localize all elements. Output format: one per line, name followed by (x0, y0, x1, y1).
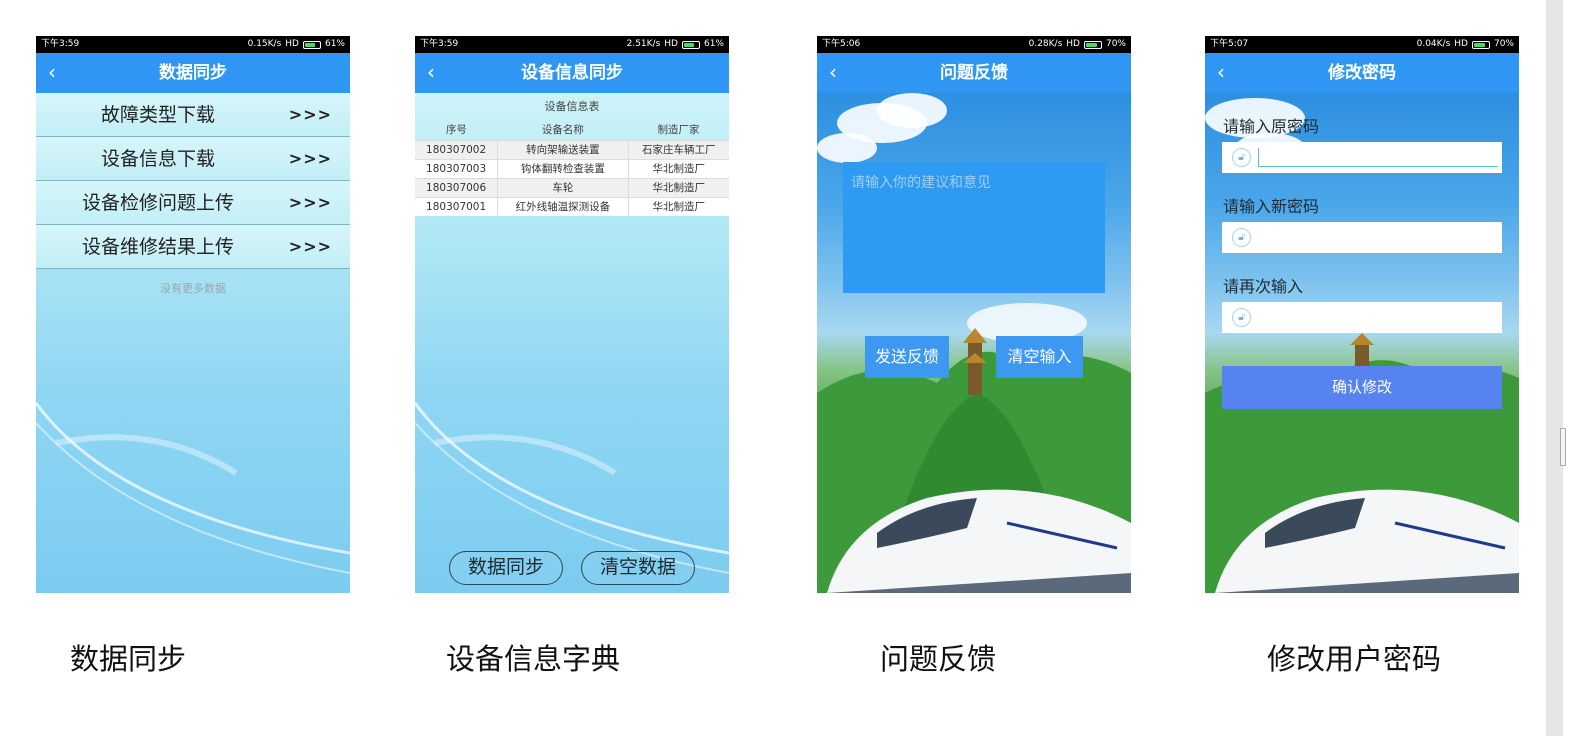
caption-feedback: 问题反馈 (880, 642, 997, 676)
screen-change-password: 下午5:07 0.04K/s HD 70% ‹ 修改密码 请输入原密码 🔓︎ 请… (1205, 36, 1519, 593)
screen-data-sync: 下午3:59 0.15K/s HD 61% ‹ 数据同步 故障类型下载 >>> … (36, 36, 350, 593)
status-time: 下午5:06 (822, 39, 861, 49)
caption-data-sync: 数据同步 (70, 642, 187, 676)
status-time: 下午5:07 (1210, 39, 1249, 49)
status-network: HD (664, 39, 678, 49)
status-bar: 下午3:59 2.51K/s HD 61% (415, 36, 729, 53)
table-cell: 车轮 (497, 177, 629, 197)
status-speed: 0.28K/s (1028, 39, 1063, 49)
battery-icon (1083, 40, 1102, 49)
table-row[interactable]: 180307001 红外线轴温探测设备 华北制造厂 (415, 196, 729, 216)
feedback-textarea[interactable]: 请输入你的建议和意见 (843, 162, 1105, 293)
menu-item-repair-result-upload[interactable]: 设备维修结果上传 >>> (36, 225, 350, 269)
table-cell: 钩体翻转检查装置 (497, 158, 629, 178)
menu-item-label: 设备维修结果上传 (81, 236, 234, 258)
column-header: 设备名称 (541, 124, 584, 137)
new-password-label: 请输入新密码 (1223, 197, 1320, 216)
table-cell: 180307002 (415, 139, 499, 159)
title-bar: ‹ 修改密码 (1205, 53, 1519, 93)
status-speed: 2.51K/s (626, 39, 661, 49)
data-sync-button[interactable]: 数据同步 (449, 551, 563, 585)
table-cell: 华北制造厂 (628, 196, 729, 216)
status-speed: 0.15K/s (247, 39, 282, 49)
scrollbar-thumb[interactable] (1560, 428, 1566, 466)
table-cell: 180307003 (415, 158, 499, 178)
arrow-indicator: >>> (288, 149, 332, 168)
table-cell: 石家庄车辆工厂 (628, 139, 729, 159)
new-password-field[interactable]: 🔓︎ (1222, 222, 1502, 253)
no-more-data-text: 没有更多数据 (160, 282, 226, 295)
menu-item-label: 设备信息下载 (100, 148, 215, 170)
status-network: HD (1454, 39, 1468, 49)
lock-icon: 🔓︎ (1232, 308, 1251, 327)
status-battery: 61% (324, 39, 345, 49)
confirm-password-field[interactable]: 🔓︎ (1222, 302, 1502, 333)
arrow-indicator: >>> (288, 105, 332, 124)
send-feedback-button[interactable]: 发送反馈 (865, 336, 949, 378)
status-bar: 下午5:06 0.28K/s HD 70% (817, 36, 1131, 53)
status-network: HD (285, 39, 299, 49)
menu-item-device-info-download[interactable]: 设备信息下载 >>> (36, 137, 350, 181)
page-title: 问题反馈 (940, 63, 1008, 83)
status-battery: 70% (1493, 39, 1514, 49)
column-header: 制造厂家 (657, 124, 700, 137)
table-cell: 转向架输送装置 (497, 139, 629, 159)
menu-item-label: 设备检修问题上传 (81, 192, 234, 214)
caption-change-password: 修改用户密码 (1267, 642, 1442, 676)
table-cell: 180307006 (415, 177, 499, 197)
table-title: 设备信息表 (544, 100, 600, 113)
status-bar: 下午3:59 0.15K/s HD 61% (36, 36, 350, 53)
clear-input-button[interactable]: 清空输入 (996, 336, 1083, 378)
lock-icon: 🔓︎ (1232, 148, 1251, 167)
old-password-label: 请输入原密码 (1223, 117, 1320, 136)
clear-data-button[interactable]: 清空数据 (581, 551, 695, 585)
old-password-field[interactable]: 🔓︎ (1222, 142, 1502, 173)
status-bar: 下午5:07 0.04K/s HD 70% (1205, 36, 1519, 53)
title-bar: ‹ 设备信息同步 (415, 53, 729, 93)
lock-icon: 🔓︎ (1232, 228, 1251, 247)
menu-item-fault-type-download[interactable]: 故障类型下载 >>> (36, 93, 350, 137)
title-bar: ‹ 问题反馈 (817, 53, 1131, 93)
cloud (817, 133, 877, 163)
battery-icon (681, 40, 700, 49)
page-title: 设备信息同步 (521, 63, 623, 83)
table-cell: 180307001 (415, 196, 499, 216)
status-battery: 70% (1105, 39, 1126, 49)
arrow-indicator: >>> (288, 237, 332, 256)
sync-menu: 故障类型下载 >>> 设备信息下载 >>> 设备检修问题上传 >>> 设备维修结… (36, 93, 350, 269)
feedback-placeholder: 请输入你的建议和意见 (851, 175, 991, 191)
scrollbar-track[interactable] (1546, 0, 1563, 736)
page-title: 修改密码 (1328, 63, 1396, 83)
screen-feedback: 下午5:06 0.28K/s HD 70% ‹ 问题反馈 请输入你的建议和意见 … (817, 36, 1131, 593)
train-illustration (827, 489, 1131, 593)
table-cell: 华北制造厂 (628, 177, 729, 197)
confirm-change-button[interactable]: 确认修改 (1222, 366, 1502, 409)
title-bar: ‹ 数据同步 (36, 53, 350, 93)
menu-item-repair-issue-upload[interactable]: 设备检修问题上传 >>> (36, 181, 350, 225)
battery-icon (1471, 40, 1490, 49)
train-illustration (1215, 489, 1519, 593)
table-row[interactable]: 180307006 车轮 华北制造厂 (415, 177, 729, 197)
status-network: HD (1066, 39, 1080, 49)
status-time: 下午3:59 (420, 39, 459, 49)
status-time: 下午3:59 (41, 39, 80, 49)
menu-item-label: 故障类型下载 (100, 104, 215, 126)
table-row[interactable]: 180307002 转向架输送装置 石家庄车辆工厂 (415, 139, 729, 159)
table-cell: 华北制造厂 (628, 158, 729, 178)
column-header: 序号 (445, 124, 467, 137)
page-title: 数据同步 (159, 63, 227, 83)
status-battery: 61% (703, 39, 724, 49)
table-row[interactable]: 180307003 钩体翻转检查装置 华北制造厂 (415, 158, 729, 178)
device-table: 序号 设备名称 制造厂家 180307002 转向架输送装置 石家庄车辆工厂 1… (415, 120, 729, 216)
confirm-password-label: 请再次输入 (1223, 277, 1304, 296)
battery-icon (302, 40, 321, 49)
cloud (877, 93, 947, 128)
text-cursor (1258, 148, 1498, 167)
table-cell: 红外线轴温探测设备 (497, 196, 629, 216)
status-speed: 0.04K/s (1416, 39, 1451, 49)
table-header-row: 序号 设备名称 制造厂家 (415, 120, 729, 140)
caption-device-dictionary: 设备信息字典 (446, 642, 621, 676)
screen-device-info-sync: 下午3:59 2.51K/s HD 61% ‹ 设备信息同步 设备信息表 序号 … (415, 36, 729, 593)
arrow-indicator: >>> (288, 193, 332, 212)
